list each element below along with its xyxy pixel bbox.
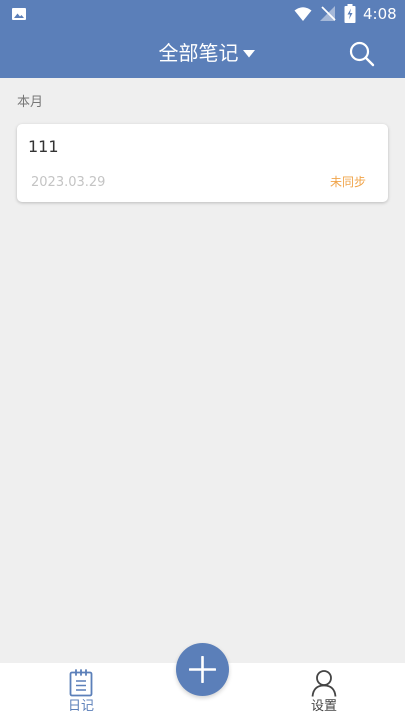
caret-down-icon: [242, 49, 255, 57]
nav-item-settings[interactable]: 设置: [289, 663, 359, 720]
app-bar: 全部笔记: [0, 28, 405, 78]
notebook-selector[interactable]: 全部笔记: [0, 28, 405, 78]
plus-icon: [189, 656, 216, 683]
nav-label-settings: 设置: [310, 699, 337, 714]
section-label-month: 本月: [17, 95, 44, 110]
add-note-button[interactable]: [176, 643, 229, 696]
battery-charging-icon: [344, 4, 356, 23]
notebook-icon: [69, 669, 93, 697]
search-button[interactable]: [346, 38, 378, 70]
nav-item-diary[interactable]: 日记: [46, 663, 116, 720]
wifi-icon: [294, 7, 312, 21]
page-title: 全部笔记: [158, 41, 239, 65]
signal-off-icon: [320, 6, 336, 21]
note-title: 111: [28, 137, 59, 156]
person-icon: [311, 670, 337, 697]
gallery-icon: [12, 8, 26, 20]
note-date: 2023.03.29: [31, 175, 106, 190]
status-time: 4:08: [363, 5, 397, 23]
note-card[interactable]: 111 2023.03.29 未同步: [17, 124, 388, 202]
nav-label-diary: 日记: [67, 699, 94, 714]
status-bar: 4:08: [0, 0, 405, 28]
sync-status-badge: 未同步: [329, 175, 366, 189]
search-icon: [349, 41, 375, 67]
